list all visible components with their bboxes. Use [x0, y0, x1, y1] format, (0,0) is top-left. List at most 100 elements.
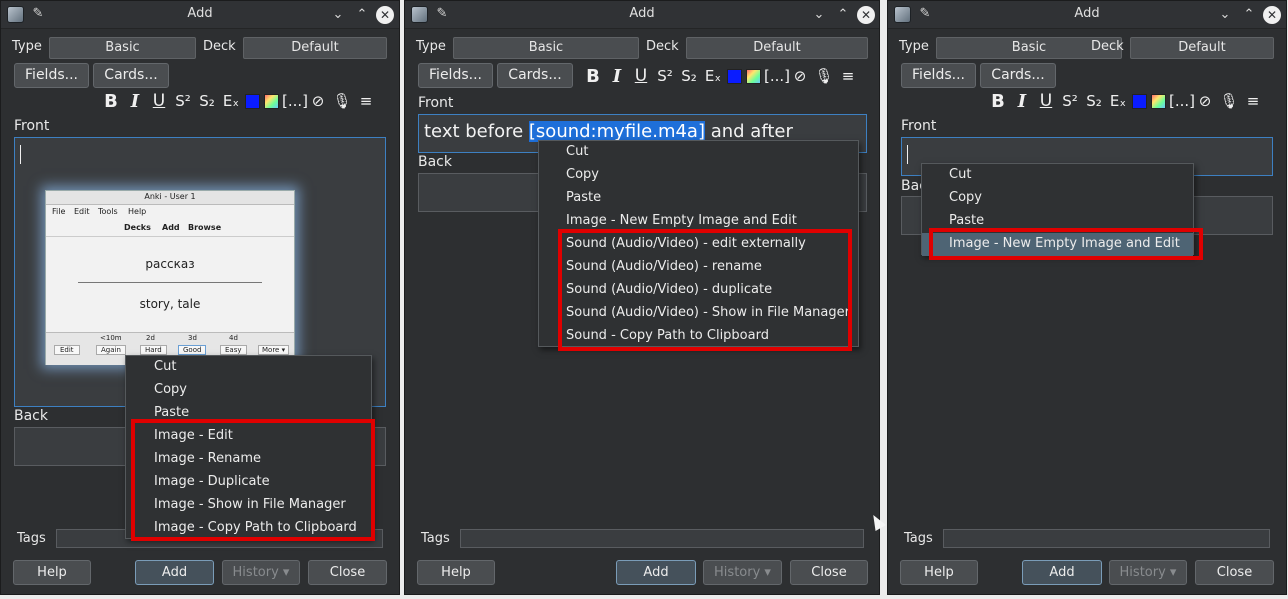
help-button[interactable]: Help	[13, 560, 91, 585]
preview-back: story, tale	[139, 297, 201, 311]
maximize-icon[interactable]: ⌃	[834, 6, 852, 24]
anki-app-icon[interactable]	[894, 6, 911, 23]
superscript-icon[interactable]: S²	[653, 67, 677, 85]
close-icon[interactable]: ✕	[1263, 6, 1281, 24]
record-audio-icon[interactable]: 🎙	[330, 92, 354, 110]
preview-nav-add: Add	[162, 223, 180, 232]
menu-item-copy[interactable]: Copy	[922, 187, 1193, 210]
menu-item-cut[interactable]: Cut	[126, 356, 371, 379]
deck-label: Deck	[646, 39, 679, 54]
add-button[interactable]: Add	[616, 560, 696, 585]
type-select[interactable]: Basic	[49, 37, 196, 59]
front-label: Front	[901, 118, 937, 134]
add-window-2: ✎ Add ⌄ ⌃ ✕ Type Basic Deck Default Fiel…	[404, 0, 880, 595]
add-button[interactable]: Add	[135, 560, 214, 585]
pin-icon[interactable]: ✎	[434, 6, 450, 22]
titlebar[interactable]: ✎ Add ⌄ ⌃ ✕	[888, 1, 1286, 29]
help-button[interactable]: Help	[900, 560, 978, 585]
image-preview[interactable]: Anki - User 1 File Edit Tools Help Decks…	[45, 190, 295, 365]
fields-button[interactable]: Fields...	[418, 63, 493, 88]
preview-interval-easy: 4d	[229, 334, 238, 342]
menu-item-paste[interactable]: Paste	[539, 187, 858, 210]
format-toolbar: B I U S² S₂ Eₓ [...] ⊘ 🎙 ≡	[99, 90, 378, 112]
more-icon[interactable]: ≡	[1241, 92, 1265, 110]
history-button[interactable]: History ▾	[703, 560, 782, 585]
italic-icon[interactable]: I	[123, 91, 147, 112]
subscript-icon[interactable]: S₂	[1082, 92, 1106, 110]
highlight-color-icon[interactable]	[264, 93, 279, 109]
close-button[interactable]: Close	[790, 560, 868, 585]
menu-item-copy[interactable]: Copy	[126, 379, 371, 402]
cloze-icon[interactable]: [...]	[1169, 92, 1195, 110]
text-color-icon[interactable]	[1132, 93, 1147, 109]
italic-icon[interactable]: I	[1010, 91, 1034, 112]
cards-button[interactable]: Cards...	[980, 63, 1056, 88]
highlight-color-icon[interactable]	[1151, 93, 1166, 109]
maximize-icon[interactable]: ⌃	[1240, 6, 1258, 24]
preview-menu-help: Help	[128, 207, 147, 216]
fields-button[interactable]: Fields...	[14, 63, 89, 88]
superscript-icon[interactable]: S²	[1058, 92, 1082, 110]
tags-input[interactable]	[943, 529, 1270, 548]
deck-select[interactable]: Default	[686, 37, 868, 59]
anki-app-icon[interactable]	[411, 6, 428, 23]
add-window-3: ✎ Add ⌄ ⌃ ✕ Type Basic Deck Default Fiel…	[887, 0, 1287, 595]
tags-input[interactable]	[460, 529, 864, 548]
clear-format-icon[interactable]: Eₓ	[1106, 92, 1130, 110]
pin-icon[interactable]: ✎	[30, 6, 46, 22]
more-icon[interactable]: ≡	[836, 67, 860, 85]
minimize-icon[interactable]: ⌄	[1216, 6, 1234, 24]
add-button[interactable]: Add	[1022, 560, 1102, 585]
history-button[interactable]: History ▾	[1109, 560, 1187, 585]
subscript-icon[interactable]: S₂	[195, 92, 219, 110]
attach-icon[interactable]: ⊘	[1193, 92, 1217, 110]
underline-icon[interactable]: U	[147, 91, 171, 111]
cards-button[interactable]: Cards...	[93, 63, 169, 88]
pin-icon[interactable]: ✎	[917, 6, 933, 22]
close-button[interactable]: Close	[1195, 560, 1274, 585]
highlight-color-icon[interactable]	[746, 68, 761, 84]
close-button[interactable]: Close	[308, 560, 387, 585]
subscript-icon[interactable]: S₂	[677, 67, 701, 85]
close-icon[interactable]: ✕	[857, 6, 875, 24]
more-icon[interactable]: ≡	[354, 92, 378, 110]
titlebar[interactable]: ✎ Add ⌄ ⌃ ✕	[405, 1, 879, 29]
menu-item-cut[interactable]: Cut	[922, 164, 1193, 187]
preview-nav-decks: Decks	[124, 223, 151, 232]
help-button[interactable]: Help	[417, 560, 495, 585]
underline-icon[interactable]: U	[629, 66, 653, 86]
superscript-icon[interactable]: S²	[171, 92, 195, 110]
deck-select[interactable]: Default	[1130, 37, 1274, 59]
close-icon[interactable]: ✕	[376, 6, 394, 24]
minimize-icon[interactable]: ⌄	[810, 6, 828, 24]
attach-icon[interactable]: ⊘	[788, 67, 812, 85]
cloze-icon[interactable]: [...]	[764, 67, 790, 85]
type-label: Type	[899, 39, 929, 54]
window-title: Add	[629, 6, 655, 21]
bold-icon[interactable]: B	[99, 91, 123, 112]
tags-label: Tags	[904, 531, 933, 546]
clear-format-icon[interactable]: Eₓ	[701, 67, 725, 85]
text-color-icon[interactable]	[727, 68, 742, 84]
bold-icon[interactable]: B	[581, 66, 605, 87]
titlebar[interactable]: ✎ Add ⌄ ⌃ ✕	[1, 1, 399, 29]
clear-format-icon[interactable]: Eₓ	[219, 92, 243, 110]
underline-icon[interactable]: U	[1034, 91, 1058, 111]
type-select[interactable]: Basic	[453, 37, 639, 59]
menu-item-copy[interactable]: Copy	[539, 164, 858, 187]
text-color-icon[interactable]	[245, 93, 260, 109]
cloze-icon[interactable]: [...]	[282, 92, 308, 110]
attach-icon[interactable]: ⊘	[306, 92, 330, 110]
anki-app-icon[interactable]	[7, 6, 24, 23]
fields-button[interactable]: Fields...	[901, 63, 976, 88]
bold-icon[interactable]: B	[986, 91, 1010, 112]
italic-icon[interactable]: I	[605, 66, 629, 87]
minimize-icon[interactable]: ⌄	[329, 6, 347, 24]
menu-item-cut[interactable]: Cut	[539, 141, 858, 164]
record-audio-icon[interactable]: 🎙	[1217, 92, 1241, 110]
history-button[interactable]: History ▾	[222, 560, 300, 585]
record-audio-icon[interactable]: 🎙	[812, 67, 836, 85]
cards-button[interactable]: Cards...	[497, 63, 573, 88]
deck-select[interactable]: Default	[243, 37, 387, 59]
maximize-icon[interactable]: ⌃	[353, 6, 371, 24]
